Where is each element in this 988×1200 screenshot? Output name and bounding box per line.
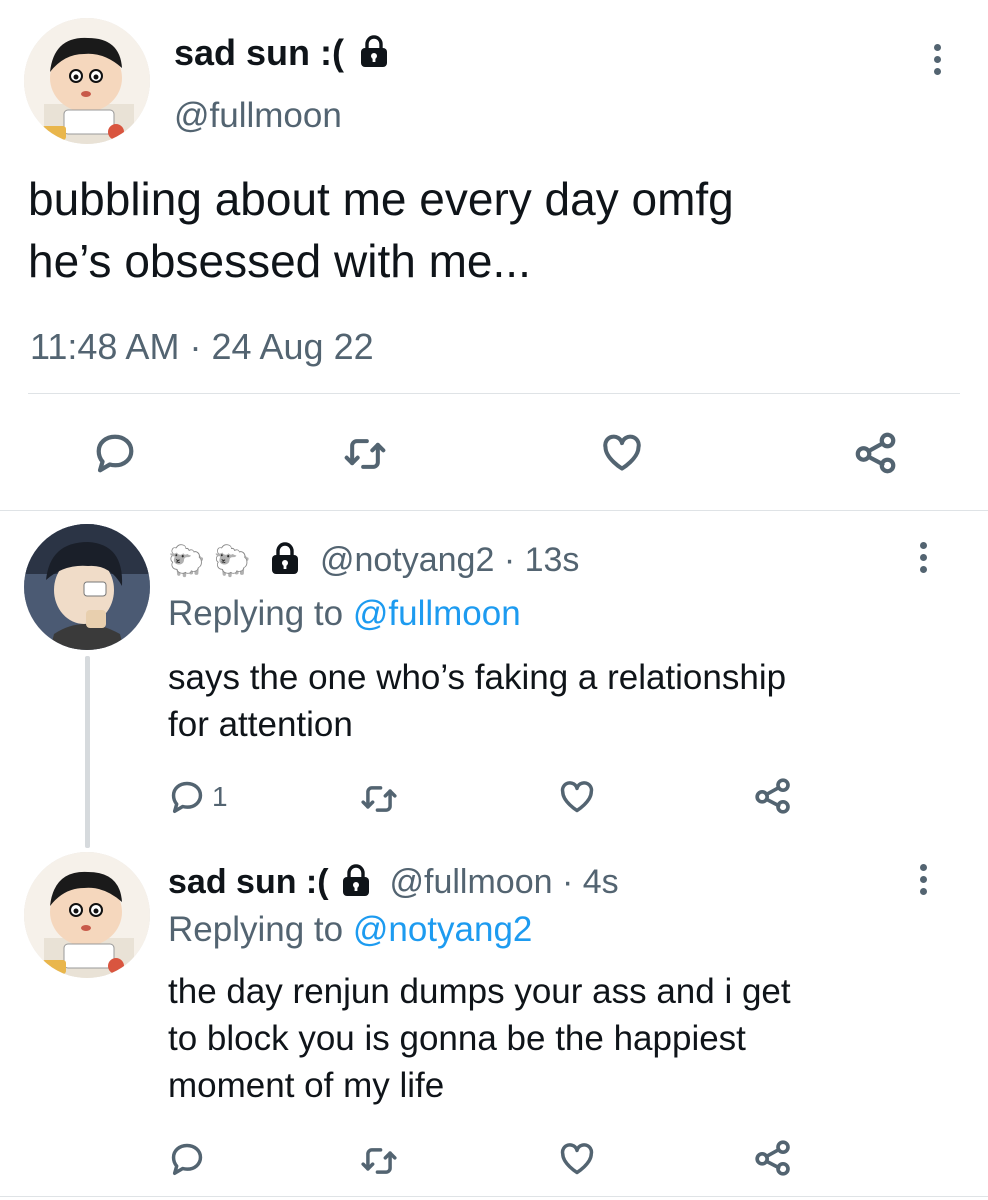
reply-icon (96, 434, 134, 473)
more-options-icon[interactable] (920, 864, 928, 895)
tweet-text-line: moment of my life (168, 1066, 445, 1105)
handle[interactable]: @notyang2 (320, 541, 494, 579)
reply-button[interactable] (168, 1140, 206, 1178)
lock-icon (271, 542, 298, 575)
tweet-text: says the one who’s faking a relationship… (168, 654, 786, 748)
date[interactable]: 24 Aug 22 (211, 326, 373, 367)
separator: · (189, 326, 202, 367)
share-button[interactable] (752, 776, 794, 816)
more-options-icon[interactable] (934, 44, 942, 75)
time[interactable]: 11:48 AM (30, 326, 179, 367)
avatar[interactable] (24, 18, 150, 144)
retweet-button[interactable] (358, 1142, 400, 1180)
timestamp[interactable]: 11:48 AM · 24 Aug 22 (30, 324, 374, 370)
display-name: sad sun :( (174, 30, 390, 76)
separator: · (503, 541, 516, 579)
reply-icon (171, 781, 203, 813)
like-icon (603, 434, 641, 471)
retweet-button[interactable] (340, 432, 390, 476)
reply-header: 🐑 🐑 @notyang2 · 13s (168, 538, 579, 584)
like-icon (560, 1143, 594, 1175)
more-options-icon[interactable] (920, 542, 928, 573)
share-icon (755, 778, 790, 814)
handle[interactable]: @fullmoon (389, 863, 552, 901)
like-button[interactable] (556, 1140, 598, 1178)
display-name[interactable]: sad sun :( (168, 863, 329, 901)
share-button[interactable] (752, 1138, 794, 1178)
thread-line (85, 656, 90, 848)
retweet-button[interactable] (358, 780, 400, 818)
replying-to-link[interactable]: @notyang2 (353, 910, 533, 949)
tweet-text-line: bubbling about me every day omfg (28, 173, 734, 225)
divider (0, 1196, 988, 1197)
like-button[interactable] (598, 431, 646, 475)
replying-to: Replying to @fullmoon (168, 592, 521, 636)
reply-count: 1 (212, 781, 228, 812)
avatar[interactable] (24, 852, 150, 978)
like-button[interactable] (556, 778, 598, 816)
display-name-text[interactable]: sad sun :( (174, 32, 344, 73)
replying-to-label: Replying to (168, 910, 344, 949)
replying-to: Replying to @notyang2 (168, 908, 532, 952)
time[interactable]: 13s (525, 541, 580, 579)
tweet-text-line: to block you is gonna be the happiest (168, 1019, 746, 1058)
reply-button[interactable] (92, 430, 138, 476)
lock-icon (343, 864, 370, 897)
reply-header: sad sun :( @fullmoon · 4s (168, 860, 619, 904)
reply-icon (171, 1143, 203, 1175)
replying-to-link[interactable]: @fullmoon (353, 594, 521, 633)
tweet-text: the day renjun dumps your ass and i get … (168, 968, 791, 1109)
time[interactable]: 4s (583, 863, 619, 901)
lock-icon (361, 35, 388, 68)
tweet-text: bubbling about me every day omfg he’s ob… (28, 168, 734, 292)
retweet-icon (361, 1148, 397, 1174)
share-icon (855, 432, 896, 474)
share-button[interactable] (852, 430, 900, 476)
retweet-icon (361, 786, 397, 812)
retweet-icon (344, 439, 386, 469)
share-icon (755, 1140, 790, 1176)
replying-to-label: Replying to (168, 594, 344, 633)
handle[interactable]: @fullmoon (174, 94, 342, 138)
tweet-text-line: he’s obsessed with me... (28, 235, 531, 287)
tweet-text-line: the day renjun dumps your ass and i get (168, 972, 791, 1011)
tweet-text-line: says the one who’s faking a relationship (168, 658, 787, 697)
divider (28, 393, 960, 394)
separator: · (561, 863, 574, 901)
avatar[interactable] (24, 524, 150, 650)
reply-button[interactable]: 1 (168, 778, 228, 816)
divider (0, 510, 988, 511)
tweet-text-line: for attention (168, 705, 353, 744)
like-icon (560, 781, 594, 813)
display-name[interactable]: 🐑 🐑 (168, 545, 251, 578)
